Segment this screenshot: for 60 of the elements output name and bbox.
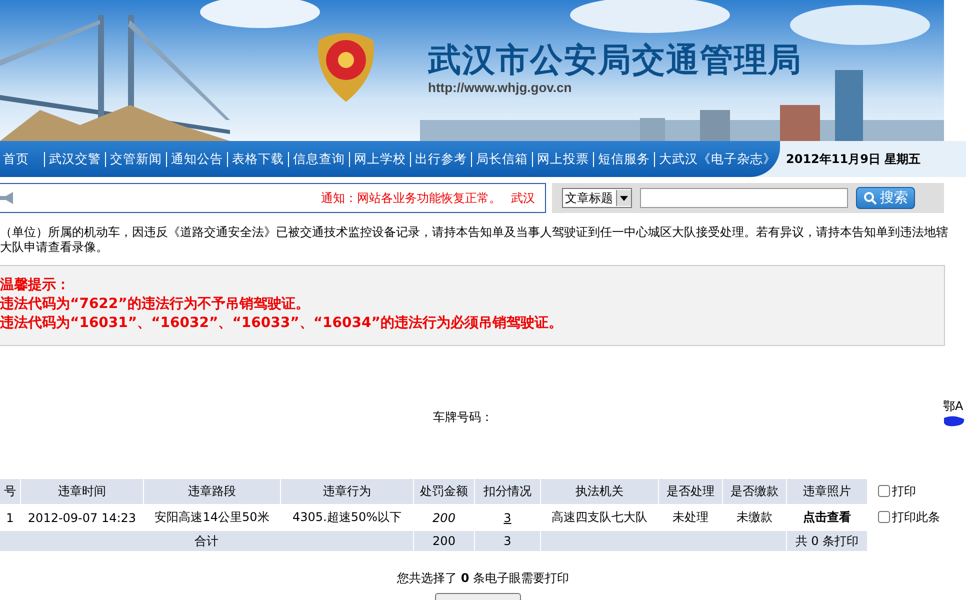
column-header: 处罚金额 — [414, 479, 474, 504]
table-cell: 共 0 条打印 — [787, 531, 867, 551]
table-cell-text: 4305.超速50%以下 — [291, 509, 403, 526]
table-cell: 200 — [414, 531, 474, 551]
column-header: 号 — [0, 479, 20, 504]
site-url: http://www.whjg.gov.cn — [428, 80, 572, 95]
nav-link[interactable]: 网上投票 — [534, 150, 592, 168]
site-title: 武汉市公安局交通管理局 — [428, 39, 802, 81]
print-all-checkbox[interactable] — [878, 485, 890, 498]
view-photo-link[interactable]: 点击查看 — [803, 510, 851, 524]
dropdown-icon — [620, 196, 628, 200]
column-header: 是否处理 — [659, 479, 722, 504]
tip-text: 温馨提示： — [0, 276, 71, 295]
nav-link[interactable]: 表格下载 — [229, 150, 287, 168]
nav-link[interactable]: 局长信箱 — [473, 150, 531, 168]
nav-link[interactable]: 大武汉《电子杂志》 — [656, 150, 779, 168]
column-header: 扣分情况 — [475, 479, 540, 504]
table-cell-text: 未处理 — [672, 509, 710, 526]
table-cell-text: 高速四支队七大队 — [550, 509, 648, 526]
nav-link[interactable]: 首页 — [0, 150, 43, 168]
nav-link[interactable]: 出行参考 — [412, 150, 470, 168]
nav-link[interactable]: 短信服务 — [595, 150, 653, 168]
search-field[interactable] — [640, 188, 848, 208]
column-header: 违章路段 — [144, 479, 280, 504]
table-cell: 合计 — [0, 531, 413, 551]
intro-text: 大队申请查看录像。 — [0, 240, 109, 255]
column-header: 违章照片 — [787, 479, 867, 504]
table-cell-text: 安阳高速14公里50米 — [154, 509, 270, 526]
plate-label: 车牌号码： — [433, 408, 493, 426]
nav-link[interactable]: 交管新闻 — [107, 150, 165, 168]
table-cell-text: 1 — [5, 510, 15, 526]
redaction-mark — [943, 415, 965, 427]
search-icon — [863, 191, 877, 205]
megaphone-icon — [0, 192, 14, 204]
column-header: 违章时间 — [21, 479, 143, 504]
search-button[interactable]: 搜索 — [856, 187, 915, 209]
print-row-checkbox[interactable] — [878, 511, 890, 524]
checkbox-label: 打印此条 — [892, 508, 940, 526]
nav-link[interactable]: 信息查询 — [290, 150, 348, 168]
nav-link[interactable]: 通知公告 — [168, 150, 226, 168]
date-text: 2012年11月9日 星期五 — [785, 150, 922, 168]
column-header: 违章行为 — [281, 479, 413, 504]
table-cell-text: 2012-09-07 14:23 — [26, 510, 138, 526]
nav-link[interactable]: 武汉交警 — [46, 150, 104, 168]
checkbox-label: 打印 — [892, 482, 916, 500]
intro-text: （单位）所属的机动车，因违反《道路交通安全法》已被交通技术监控设备记录，请持本告知单及当事人驾驶证到任一中心城区大队接受处理。若有异议，请持本告知单到违法地辖 — [0, 225, 949, 240]
column-header: 执法机关 — [541, 479, 658, 504]
selection-summary: 您共选择了 0 条电子眼需要打印 — [396, 570, 570, 587]
table-cell-text: 未缴款 — [736, 509, 774, 526]
tip-text: 违法代码为“7622”的违法行为不予吊销驾驶证。 — [0, 295, 310, 314]
tip-text: 违法代码为“16031”、“16032”、“16033”、“16034”的违法行为必须吊销驾驶证。 — [0, 314, 564, 333]
table-cell: 3 — [475, 531, 540, 551]
category-select[interactable]: 文章标题 — [562, 188, 632, 208]
plate-number: 鄂A — [943, 398, 964, 415]
notice-text: 通知：网站各业务功能恢复正常。 — [321, 190, 501, 206]
points-link[interactable]: 3 — [504, 510, 512, 524]
table-cell-text: 200 — [432, 510, 456, 526]
notice-text: 武汉 — [511, 190, 535, 206]
nav-link[interactable]: 网上学校 — [351, 150, 409, 168]
column-header: 是否缴款 — [723, 479, 786, 504]
